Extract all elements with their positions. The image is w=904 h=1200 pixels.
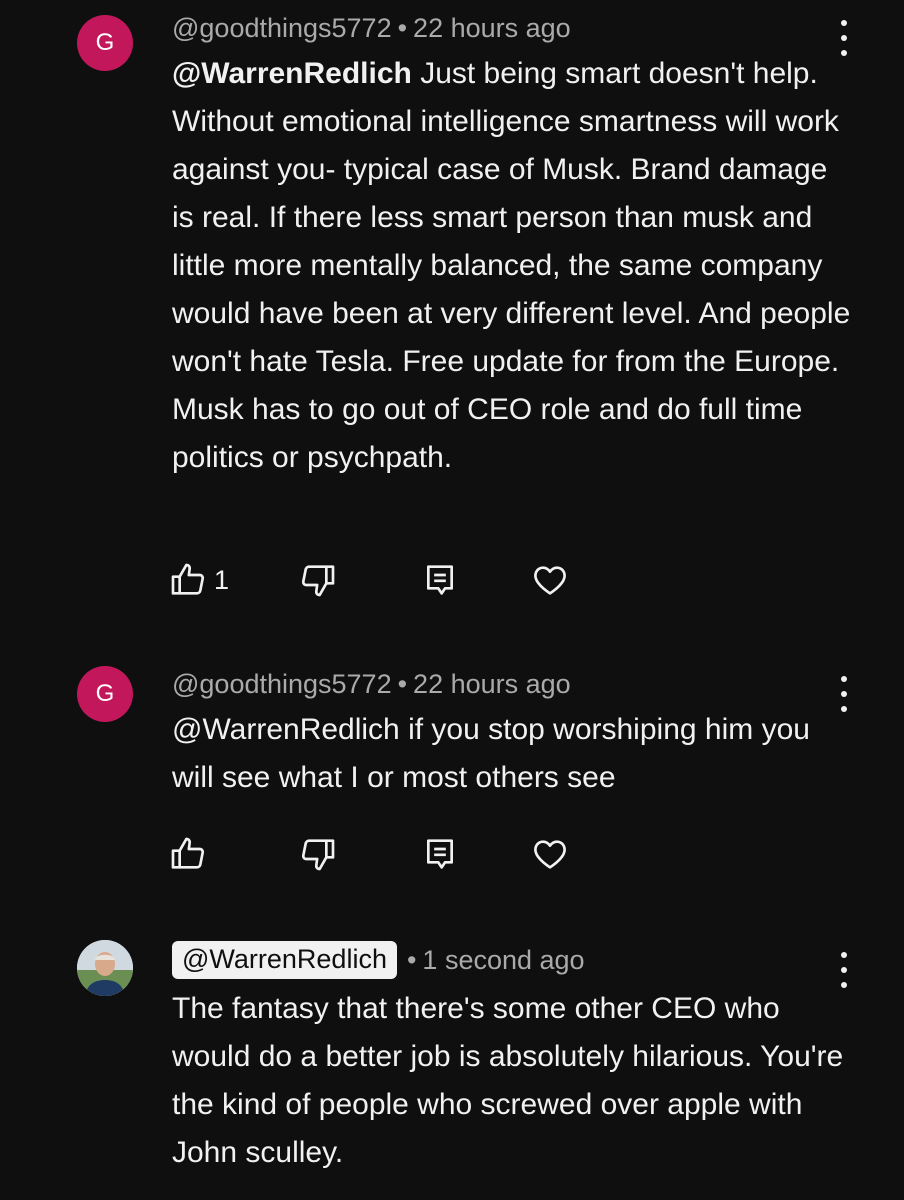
comment-actions	[168, 834, 588, 874]
meta-separator: •	[397, 12, 408, 43]
thumbs-down-icon	[301, 839, 335, 871]
comment-text: The fantasy that there's some other CEO …	[172, 992, 844, 1169]
like-button[interactable]: 1	[168, 560, 229, 600]
reply-button[interactable]	[420, 560, 460, 600]
author-handle-chip[interactable]: @WarrenRedlich	[172, 941, 397, 979]
user-photo-avatar[interactable]	[77, 940, 133, 996]
dislike-button[interactable]	[298, 560, 338, 600]
comment-meta: @goodthings5772 • 22 hours ago	[172, 10, 571, 46]
user-photo-icon	[77, 940, 133, 996]
timestamp: 22 hours ago	[413, 668, 571, 699]
thumbs-up-icon	[171, 563, 205, 595]
more-vert-icon[interactable]	[832, 952, 856, 988]
reply-icon	[427, 565, 453, 595]
comment-meta: @WarrenRedlich • 1 second ago	[172, 940, 585, 980]
avatar-letter: G	[95, 29, 115, 56]
comment-meta: @goodthings5772 • 22 hours ago	[172, 666, 571, 702]
heart-button[interactable]	[530, 834, 570, 874]
heart-button[interactable]	[530, 560, 570, 600]
timestamp: 22 hours ago	[413, 12, 571, 43]
heart-icon	[534, 566, 566, 595]
like-button[interactable]	[168, 834, 208, 874]
comment-actions: 1	[168, 560, 588, 600]
comment-text: @WarrenRedlich if you stop worshiping hi…	[172, 713, 810, 794]
thumbs-down-icon	[301, 565, 335, 597]
like-count: 1	[214, 564, 230, 595]
mention[interactable]: @WarrenRedlich	[172, 57, 412, 90]
avatar[interactable]: G	[77, 666, 133, 722]
comment-body: Just being smart doesn't help. Without e…	[172, 57, 851, 474]
heart-icon	[534, 840, 566, 869]
meta-separator: •	[397, 668, 408, 699]
reply-icon	[427, 839, 453, 869]
thumbs-up-icon	[171, 837, 205, 869]
dislike-button[interactable]	[298, 834, 338, 874]
comment-text: @WarrenRedlich Just being smart doesn't …	[172, 50, 852, 482]
avatar-letter: G	[95, 680, 115, 707]
avatar[interactable]: G	[77, 15, 133, 71]
timestamp: 1 second ago	[422, 944, 585, 975]
reply-button[interactable]	[420, 834, 460, 874]
meta-separator: •	[406, 944, 417, 975]
author-handle[interactable]: @goodthings5772	[172, 13, 392, 44]
author-handle[interactable]: @goodthings5772	[172, 669, 392, 700]
